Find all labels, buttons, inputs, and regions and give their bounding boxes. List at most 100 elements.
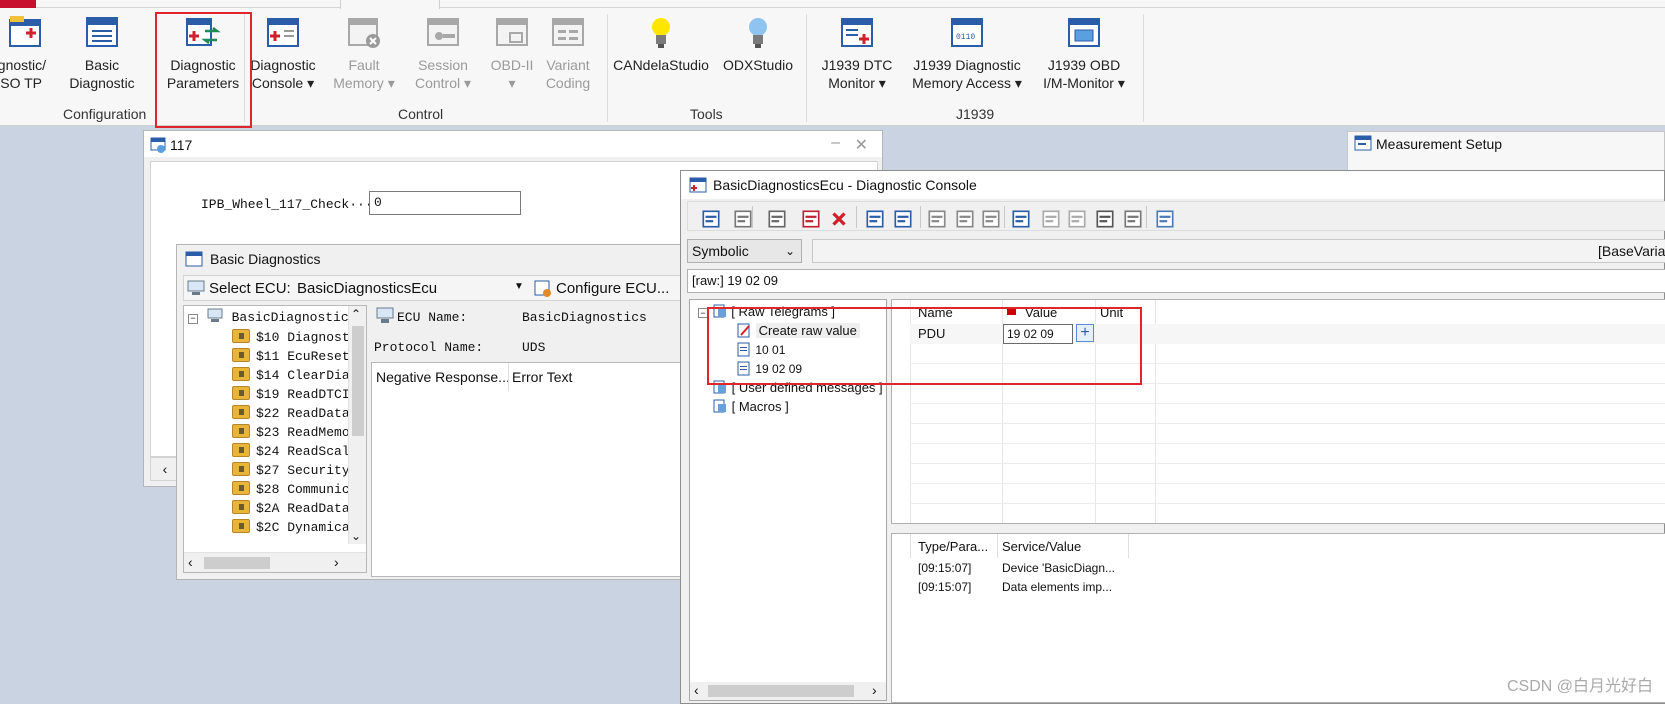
- grid-row-empty[interactable]: [910, 504, 1665, 523]
- service-tree-item[interactable]: $2A ReadDataB: [232, 499, 357, 519]
- column-type-param[interactable]: Type/Para...: [918, 539, 988, 554]
- grid-row-empty[interactable]: [910, 404, 1665, 424]
- j1939-diagnostic-memory-access-button[interactable]: 0110 J1939 Diagnostic Memory Access ▾: [902, 14, 1032, 92]
- j1939-dtc-monitor-button[interactable]: J1939 DTC Monitor ▾: [812, 14, 902, 92]
- app-menu-button[interactable]: [0, 0, 36, 8]
- tree-root[interactable]: − BasicDiagnostics: [188, 308, 356, 328]
- console-titlebar[interactable]: BasicDiagnosticsEcu - Diagnostic Console: [681, 171, 1664, 199]
- scroll-left-icon[interactable]: ‹: [694, 682, 699, 698]
- grid-row-empty[interactable]: [910, 464, 1665, 484]
- vertical-scrollbar[interactable]: ⌃ ⌄: [348, 306, 366, 544]
- grid-row-empty[interactable]: [910, 384, 1665, 404]
- group-separator: [1143, 14, 1144, 122]
- binoculars-icon[interactable]: [892, 208, 914, 230]
- horizontal-scrollbar[interactable]: ‹ ›: [690, 682, 886, 700]
- diagnostic-console-button[interactable]: Diagnostic Console ▾: [244, 14, 322, 92]
- minimize-button[interactable]: –: [831, 134, 840, 152]
- diagnostic-iso-tp-icon: [9, 16, 41, 47]
- service-label: $28 Communica: [256, 482, 358, 497]
- service-label: $19 ReadDTCIn: [256, 387, 358, 402]
- tree-macros[interactable]: [ Macros ]: [712, 397, 789, 417]
- window-icon[interactable]: [1094, 208, 1116, 230]
- macros-label: [ Macros ]: [731, 399, 789, 414]
- record-icon[interactable]: [1010, 208, 1032, 230]
- screen-icon[interactable]: [864, 208, 886, 230]
- svg-text:0110: 0110: [956, 33, 975, 42]
- configure-ecu-button[interactable]: Configure ECU...: [556, 280, 669, 297]
- service-tree-item[interactable]: $11 EcuReset: [232, 347, 350, 367]
- open-icon[interactable]: [732, 208, 754, 230]
- service-folder-icon: [232, 443, 250, 457]
- obd-ii-button[interactable]: OBD-II ▾: [484, 14, 540, 92]
- column-error-text[interactable]: Error Text: [512, 369, 572, 385]
- diagnostic-console-icon: [267, 18, 299, 47]
- collapse-icon[interactable]: −: [188, 314, 198, 324]
- variant-coding-icon: [552, 18, 584, 46]
- service-tree[interactable]: − BasicDiagnostics $10 Diagnosti $11 EcuR…: [183, 305, 367, 573]
- grid-row-empty[interactable]: [910, 484, 1665, 504]
- session-control-button[interactable]: Session Control ▾: [404, 14, 482, 92]
- close-button[interactable]: ✕: [855, 135, 868, 155]
- fault-memory-button[interactable]: Fault Memory ▾: [326, 14, 402, 92]
- scrollbar-thumb[interactable]: [708, 685, 854, 697]
- j1939-obd-im-monitor-icon: [1068, 18, 1100, 47]
- scroll-down-icon[interactable]: ⌄: [351, 529, 361, 543]
- scrollbar-thumb[interactable]: [204, 557, 270, 569]
- step-icon[interactable]: [1066, 208, 1088, 230]
- group-label-configuration: Configuration: [63, 106, 147, 122]
- service-tree-item[interactable]: $14 ClearDiag: [232, 366, 357, 386]
- stop-icon[interactable]: [1040, 208, 1062, 230]
- scroll-left-icon[interactable]: ‹: [188, 554, 193, 570]
- variant-coding-button[interactable]: Variant Coding: [540, 14, 596, 92]
- raw-request-input[interactable]: [raw:] 19 02 09: [687, 269, 1665, 293]
- column-negative-response[interactable]: Negative Response...: [376, 369, 510, 385]
- scroll-up-icon[interactable]: ⌃: [351, 307, 361, 321]
- grid-row-empty[interactable]: [910, 424, 1665, 444]
- basic-diagnostics-window: Basic Diagnostics Select ECU: BasicDiagn…: [176, 244, 703, 580]
- scroll-right-icon[interactable]: ›: [334, 554, 339, 570]
- chevron-down-icon[interactable]: ▼: [514, 281, 524, 292]
- log-time: [09:15:07]: [918, 561, 972, 575]
- session-control-icon: [427, 18, 459, 46]
- diagnostic-iso-tp-button[interactable]: agnostic/ SO TP: [0, 14, 62, 92]
- service-tree-item[interactable]: $24 ReadScali: [232, 442, 357, 462]
- ribbon-tab-diagnostics[interactable]: [340, 0, 440, 9]
- watermark: CSDN @白月光好白: [1506, 678, 1653, 695]
- copy-icon[interactable]: [980, 208, 1002, 230]
- folder-icon[interactable]: [1154, 208, 1176, 230]
- candelastudio-button[interactable]: CANdelaStudio: [612, 14, 710, 74]
- param-value-input[interactable]: 0: [369, 191, 521, 215]
- protocol-name-value: UDS: [522, 340, 546, 355]
- scroll-right-icon[interactable]: ›: [872, 682, 877, 698]
- horizontal-scrollbar[interactable]: ‹ ›: [184, 552, 366, 572]
- tree-config-icon[interactable]: [800, 208, 822, 230]
- select-ecu-dropdown[interactable]: BasicDiagnosticsEcu: [297, 280, 527, 297]
- service-tree-item[interactable]: $2C DynamicalD: [232, 518, 365, 538]
- service-tree-item[interactable]: $23 ReadMemor: [232, 423, 357, 443]
- column-service-value[interactable]: Service/Value: [1002, 539, 1081, 554]
- scrollbar-thumb[interactable]: [352, 326, 364, 436]
- group-separator: [607, 14, 608, 122]
- grid-row-empty[interactable]: [910, 444, 1665, 464]
- basic-diagnostic-button[interactable]: Basic Diagnostic: [64, 14, 140, 92]
- service-tree-item[interactable]: $28 Communica: [232, 480, 357, 500]
- service-tree-item[interactable]: $22 ReadDataB: [232, 404, 357, 424]
- export-icon[interactable]: [926, 208, 948, 230]
- service-tree-item[interactable]: $19 ReadDTCIn: [232, 385, 357, 405]
- param-label: IPB_Wheel_117_Check···: [201, 197, 373, 212]
- odxstudio-button[interactable]: ODXStudio: [718, 14, 798, 74]
- undo-icon[interactable]: [766, 208, 788, 230]
- service-label: $10 Diagnosti: [256, 330, 358, 345]
- j1939-obd-im-monitor-button[interactable]: J1939 OBD I/M-Monitor ▾: [1034, 14, 1134, 92]
- chevron-down-icon[interactable]: ⌄: [785, 244, 795, 258]
- import-icon[interactable]: [954, 208, 976, 230]
- select-ecu-bar: Select ECU: BasicDiagnosticsEcu ▼ Config…: [183, 275, 695, 301]
- highlight-box-diagnostic-parameters: [155, 12, 252, 128]
- clear-icon[interactable]: [1122, 208, 1144, 230]
- service-tree-item[interactable]: $10 Diagnosti: [232, 328, 357, 348]
- send-request-icon[interactable]: [700, 208, 722, 230]
- service-tree-item[interactable]: $27 SecurityA: [232, 461, 357, 481]
- delete-icon[interactable]: [828, 208, 850, 230]
- service-folder-icon: [232, 519, 250, 533]
- window-117-titlebar[interactable]: 117 – ✕: [144, 131, 882, 157]
